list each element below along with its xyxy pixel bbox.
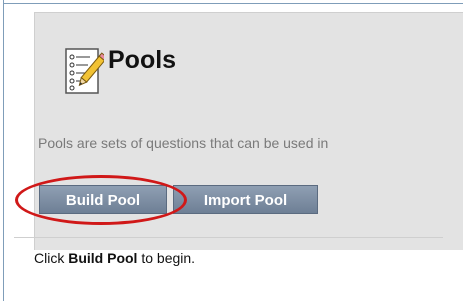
frame-border-top [3, 3, 463, 4]
page-title: Pools [108, 46, 177, 74]
instruction-text: Click Build Pool to begin. [34, 250, 195, 266]
build-pool-button[interactable]: Build Pool [39, 185, 167, 214]
import-pool-button[interactable]: Import Pool [173, 185, 318, 214]
frame-border-left [3, 0, 4, 301]
page-description: Pools are sets of questions that can be … [38, 135, 329, 151]
page-frame: Pools Pools are sets of questions that c… [0, 0, 463, 301]
instruction-emphasis: Build Pool [68, 250, 138, 266]
panel-divider [14, 237, 443, 238]
test-pencil-icon [64, 47, 108, 97]
instruction-prefix: Click [34, 250, 69, 266]
instruction-suffix: to begin. [137, 250, 196, 266]
